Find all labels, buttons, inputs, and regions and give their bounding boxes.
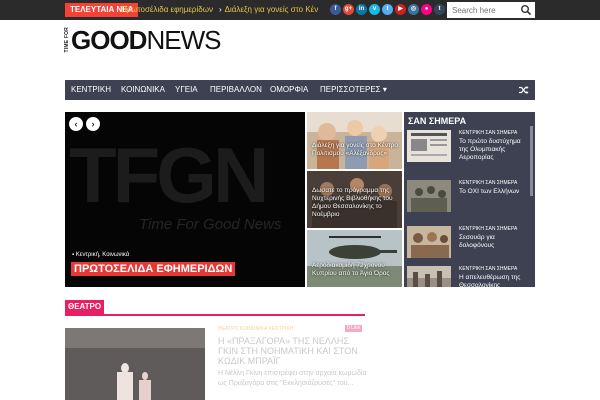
featured-slider[interactable]: TFGN Time For Good News ‹ › ▪ Κεντρική, … bbox=[65, 112, 305, 287]
tile-image bbox=[307, 112, 402, 169]
ticker-separator-icon: › bbox=[218, 5, 222, 14]
on-this-day-panel: ΣΑΝ ΣΗΜΕΡΑ ΚΕΝΤΡΙΚΗ ΣΑΝ ΣΗΜΕΡΑ Το πρώτο … bbox=[404, 112, 535, 287]
news-ticker[interactable]: Πρωτοσέλιδα εφημερίδων › Διάλεξη για γονεί… bbox=[121, 3, 326, 17]
vimeo-icon[interactable]: v bbox=[369, 4, 380, 15]
slide-background-subtext: Time For Good News bbox=[139, 216, 282, 233]
tile-title: Διάλεξη για γονείς στο Κέντρο Πολιτισμού… bbox=[312, 142, 398, 157]
list-item[interactable]: ΚΕΝΤΡΙΚΗ ΣΑΝ ΣΗΜΕΡΑ Σεσουάρ για δολοφόνο… bbox=[407, 226, 527, 258]
article-title[interactable]: Η «ΠΡΑΞΑΓΟΡΑ» ΤΗΣ ΝΕΛΛΗΣ ΓΚΙΝ ΣΤΗ ΝΟΗΜΑΤ… bbox=[218, 336, 368, 366]
tile-story[interactable]: Δωσατε το πρόγραμμα της Νυχτερινής Βιβλι… bbox=[307, 171, 402, 228]
item-category: ΚΕΝΤΡΙΚΗ ΣΑΝ ΣΗΜΕΡΑ bbox=[459, 266, 518, 272]
slider-prev-button[interactable]: ‹ bbox=[69, 117, 83, 131]
logo-good: GOOD bbox=[71, 24, 147, 55]
logo-tagline: TIME FOR bbox=[64, 27, 70, 53]
nav-item-health[interactable]: ΥΓΕΙΑ bbox=[175, 80, 198, 100]
slide-background-text: TFGN bbox=[69, 131, 269, 219]
twitter-icon[interactable]: t bbox=[382, 4, 393, 15]
main-nav: ΚΕΝΤΡΙΚΗ ΚΟΙΝΩΝΙΚΑ ΥΓΕΙΑ ΠΕΡΙΒΑΛΛΟΝ ΟΜΟΡ… bbox=[65, 80, 535, 100]
like-badge[interactable]: 0 Like bbox=[345, 325, 363, 332]
item-thumbnail bbox=[407, 180, 451, 212]
site-logo[interactable]: TIME FOR GOOD NEWS bbox=[64, 24, 221, 55]
ticker-item[interactable]: Διάλεξη για γονείς στο Κέν bbox=[225, 5, 319, 14]
item-category: ΚΕΝΤΡΙΚΗ ΣΑΝ ΣΗΜΕΡΑ bbox=[459, 226, 518, 232]
youtube-icon[interactable]: ▶ bbox=[395, 4, 406, 15]
item-title: Η απελευθέρωση της Θεσσαλονίκης bbox=[459, 274, 521, 287]
slider-next-button[interactable]: › bbox=[86, 117, 100, 131]
list-item[interactable]: ΚΕΝΤΡΙΚΗ ΣΑΝ ΣΗΜΕΡΑ Το πρώτο δυστύχημα τ… bbox=[407, 130, 527, 162]
search-icon[interactable] bbox=[520, 4, 532, 16]
social-links: f g+ in v t ▶ ◎ ● t bbox=[330, 3, 445, 17]
ticker-item[interactable]: Πρωτοσέλιδα εφημερίδων bbox=[121, 5, 213, 14]
item-category: ΚΕΝΤΡΙΚΗ ΣΑΝ ΣΗΜΕΡΑ bbox=[459, 180, 518, 186]
nav-item-environment[interactable]: ΠΕΡΙΒΑΛΛΟΝ bbox=[210, 80, 262, 100]
scrollbar[interactable] bbox=[530, 126, 533, 196]
page: ΤΕΛΕΥΤΑΙΑ ΝΕΑ Πρωτοσέλιδα εφημερίδων › Διά… bbox=[0, 0, 600, 400]
facebook-icon[interactable]: f bbox=[330, 4, 341, 15]
shuffle-icon[interactable] bbox=[519, 85, 529, 95]
nav-item-more[interactable]: ΠΕΡΙΣΣΟΤΕΡΕΣ ▾ bbox=[320, 80, 387, 100]
section-header-theatre: ΘΕΑΤΡΟ bbox=[65, 300, 365, 316]
item-title: Σεσουάρ για δολοφόνους bbox=[459, 234, 495, 249]
tile-image bbox=[307, 230, 402, 287]
flickr-icon[interactable]: ● bbox=[421, 4, 432, 15]
article-image-graphic bbox=[65, 328, 205, 400]
slide-category-label: Κεντρική, Κοινωνικά bbox=[75, 252, 130, 258]
item-title: Το πρώτο δυστύχημα της Ολυμπιακής Αεροπο… bbox=[459, 138, 521, 161]
instagram-icon[interactable]: ◎ bbox=[408, 4, 419, 15]
list-item[interactable]: ΚΕΝΤΡΙΚΗ ΣΑΝ ΣΗΜΕΡΑ Το ΟΧΙ των Ελλήνων bbox=[407, 180, 527, 212]
item-category: ΚΕΝΤΡΙΚΗ ΣΑΝ ΣΗΜΕΡΑ bbox=[459, 130, 518, 136]
item-title: Το ΟΧΙ των Ελλήνων bbox=[459, 188, 520, 195]
chevron-down-icon: ▾ bbox=[382, 85, 387, 94]
tile-title: Αεροδιακομιδή 72χρονου Κυπρίου από το Άγ… bbox=[312, 262, 390, 277]
tile-story[interactable]: Διάλεξη για γονείς στο Κέντρο Πολιτισμού… bbox=[307, 112, 402, 169]
list-item[interactable]: ΚΕΝΤΡΙΚΗ ΣΑΝ ΣΗΜΕΡΑ Η απελευθέρωση της Θ… bbox=[407, 266, 527, 287]
linkedin-icon[interactable]: in bbox=[356, 4, 367, 15]
logo-news: NEWS bbox=[146, 24, 221, 55]
google-plus-icon[interactable]: g+ bbox=[343, 4, 354, 15]
nav-item-beauty[interactable]: ΟΜΟΡΦΙΑ bbox=[270, 80, 308, 100]
article-excerpt: Η Νέλλη Γκίνη επιστρέφει στην αρχαία κωμ… bbox=[218, 370, 367, 387]
article-categories[interactable]: ΘΕΑΤΡΟ ΚΟΙΝΩΝΙΚΑ ΚΕΝΤΡΙΚΗ bbox=[218, 326, 293, 332]
tile-story[interactable]: Αεροδιακομιδή 72χρονου Κυπρίου από το Άγ… bbox=[307, 230, 402, 287]
nav-item-social[interactable]: ΚΟΙΝΩΝΙΚΑ bbox=[121, 80, 165, 100]
nav-item-home[interactable]: ΚΕΝΤΡΙΚΗ bbox=[71, 80, 111, 100]
item-thumbnail bbox=[407, 266, 451, 287]
search-box[interactable] bbox=[447, 2, 535, 18]
tumblr-icon[interactable]: t bbox=[434, 4, 445, 15]
search-input[interactable] bbox=[447, 2, 517, 18]
tile-title: Δωσατε το πρόγραμμα της Νυχτερινής Βιβλι… bbox=[312, 187, 393, 218]
section-label[interactable]: ΘΕΑΤΡΟ bbox=[65, 300, 105, 314]
slide-category[interactable]: ▪ Κεντρική, Κοινωνικά bbox=[72, 252, 129, 258]
item-thumbnail bbox=[407, 130, 451, 162]
nav-item-more-label: ΠΕΡΙΣΣΟΤΕΡΕΣ bbox=[320, 85, 381, 94]
item-thumbnail bbox=[407, 226, 451, 258]
on-this-day-heading: ΣΑΝ ΣΗΜΕΡΑ bbox=[408, 116, 467, 126]
slide-title[interactable]: ΠΡΩΤΟΣΕΛΙΔΑ ΕΦΗΜΕΡΙΔΩΝ bbox=[71, 262, 236, 276]
top-bar: ΤΕΛΕΥΤΑΙΑ ΝΕΑ Πρωτοσέλιδα εφημερίδων › Διά… bbox=[0, 0, 600, 20]
article-image[interactable] bbox=[65, 328, 205, 400]
